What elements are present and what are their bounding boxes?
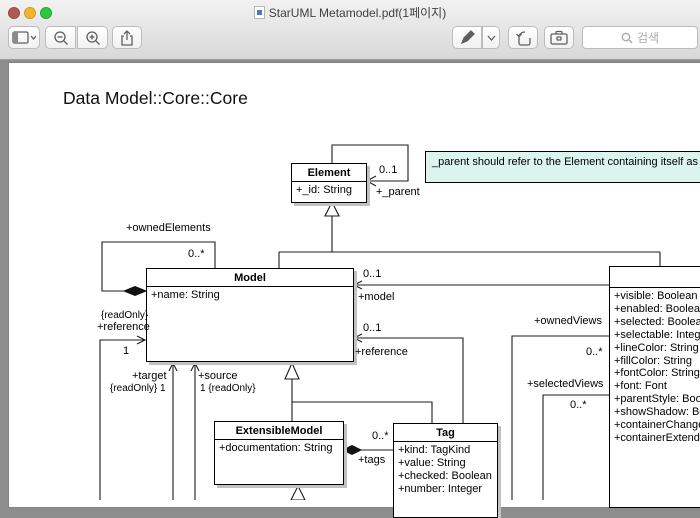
class-model-attributes: +name: String — [147, 287, 353, 304]
search-icon — [621, 32, 633, 44]
label-reference2-mult: 0..1 — [363, 322, 381, 334]
class-model[interactable]: Model +name: String — [146, 268, 354, 362]
label-owned-views: +ownedViews — [534, 315, 602, 327]
class-view-attributes: +visible: Boolean+enabled: Boolean+selec… — [610, 288, 700, 447]
share-icon — [120, 30, 134, 46]
toolbox-icon — [550, 30, 568, 45]
zoom-in-icon — [85, 30, 101, 46]
label-tags: +tags — [358, 454, 385, 466]
label-source-readonly: 1 {readOnly} — [200, 383, 256, 394]
rotate-left-icon — [515, 30, 532, 46]
class-extensible-model-name: ExtensibleModel — [215, 422, 343, 440]
sidebar-icon — [12, 31, 36, 44]
class-model-name: Model — [147, 269, 353, 287]
zoom-out-button[interactable] — [45, 26, 76, 49]
markup-pen-icon — [460, 30, 475, 45]
label-owned-elements-mult: 0..* — [188, 248, 205, 260]
label-source: +source — [198, 370, 237, 382]
diagram-title: Data Model::Core::Core — [63, 88, 248, 109]
class-element-attributes: +_id: String — [292, 182, 366, 199]
label-owned-views-mult: 0..* — [586, 346, 603, 358]
window-header: StarUML Metamodel.pdf(1페이지) — [0, 0, 700, 60]
class-view[interactable]: +visible: Boolean+enabled: Boolean+selec… — [609, 266, 700, 508]
search-input[interactable]: 검색 — [582, 26, 698, 49]
class-element-name: Element — [292, 164, 366, 182]
zoom-out-icon — [53, 30, 69, 46]
label-selected-views: +selectedViews — [527, 378, 604, 390]
markup-button[interactable] — [452, 26, 482, 49]
label-target-readonly: {readOnly} 1 — [110, 383, 166, 394]
label-model: +model — [358, 291, 394, 303]
rotate-button[interactable] — [508, 26, 538, 49]
class-element[interactable]: Element +_id: String — [291, 163, 367, 203]
class-view-name — [610, 267, 700, 288]
label-parent-mult: 0..1 — [379, 164, 397, 176]
search-placeholder: 검색 — [637, 29, 659, 46]
class-tag[interactable]: Tag +kind: TagKind+value: String+checked… — [393, 423, 498, 518]
class-tag-attributes: +kind: TagKind+value: String+checked: Bo… — [394, 442, 497, 498]
zoom-in-button[interactable] — [77, 26, 108, 49]
label-reference2: +reference — [355, 346, 408, 358]
sidebar-view-button[interactable] — [8, 26, 40, 49]
label-reference-left-mult: 1 — [123, 345, 129, 357]
label-tags-mult: 0..* — [372, 430, 389, 442]
label-selected-views-mult: 0..* — [570, 399, 587, 411]
toolbar: 검색 — [0, 22, 700, 59]
pdf-document-icon — [254, 6, 265, 19]
label-parent: +_parent — [376, 186, 420, 198]
class-extensible-model[interactable]: ExtensibleModel +documentation: String — [214, 421, 344, 485]
toolbox-button[interactable] — [544, 26, 574, 49]
window-title-area: StarUML Metamodel.pdf(1페이지) — [0, 4, 700, 21]
titlebar[interactable]: StarUML Metamodel.pdf(1페이지) — [0, 0, 700, 22]
class-extensible-model-attributes: +documentation: String — [215, 440, 343, 457]
class-tag-name: Tag — [394, 424, 497, 442]
window-title: StarUML Metamodel.pdf(1페이지) — [269, 6, 446, 20]
share-button[interactable] — [112, 26, 142, 49]
label-target: +target — [132, 370, 167, 382]
chevron-down-icon — [487, 35, 496, 41]
label-readonly-left: {readOnly} — [101, 310, 148, 321]
label-model-mult: 0..1 — [363, 268, 381, 280]
uml-note: _parent should refer to the Element cont… — [425, 151, 700, 183]
label-reference-left: +reference — [97, 321, 150, 333]
markup-menu-button[interactable] — [482, 26, 500, 49]
label-owned-elements: +ownedElements — [126, 222, 211, 234]
pdf-page — [8, 62, 700, 508]
